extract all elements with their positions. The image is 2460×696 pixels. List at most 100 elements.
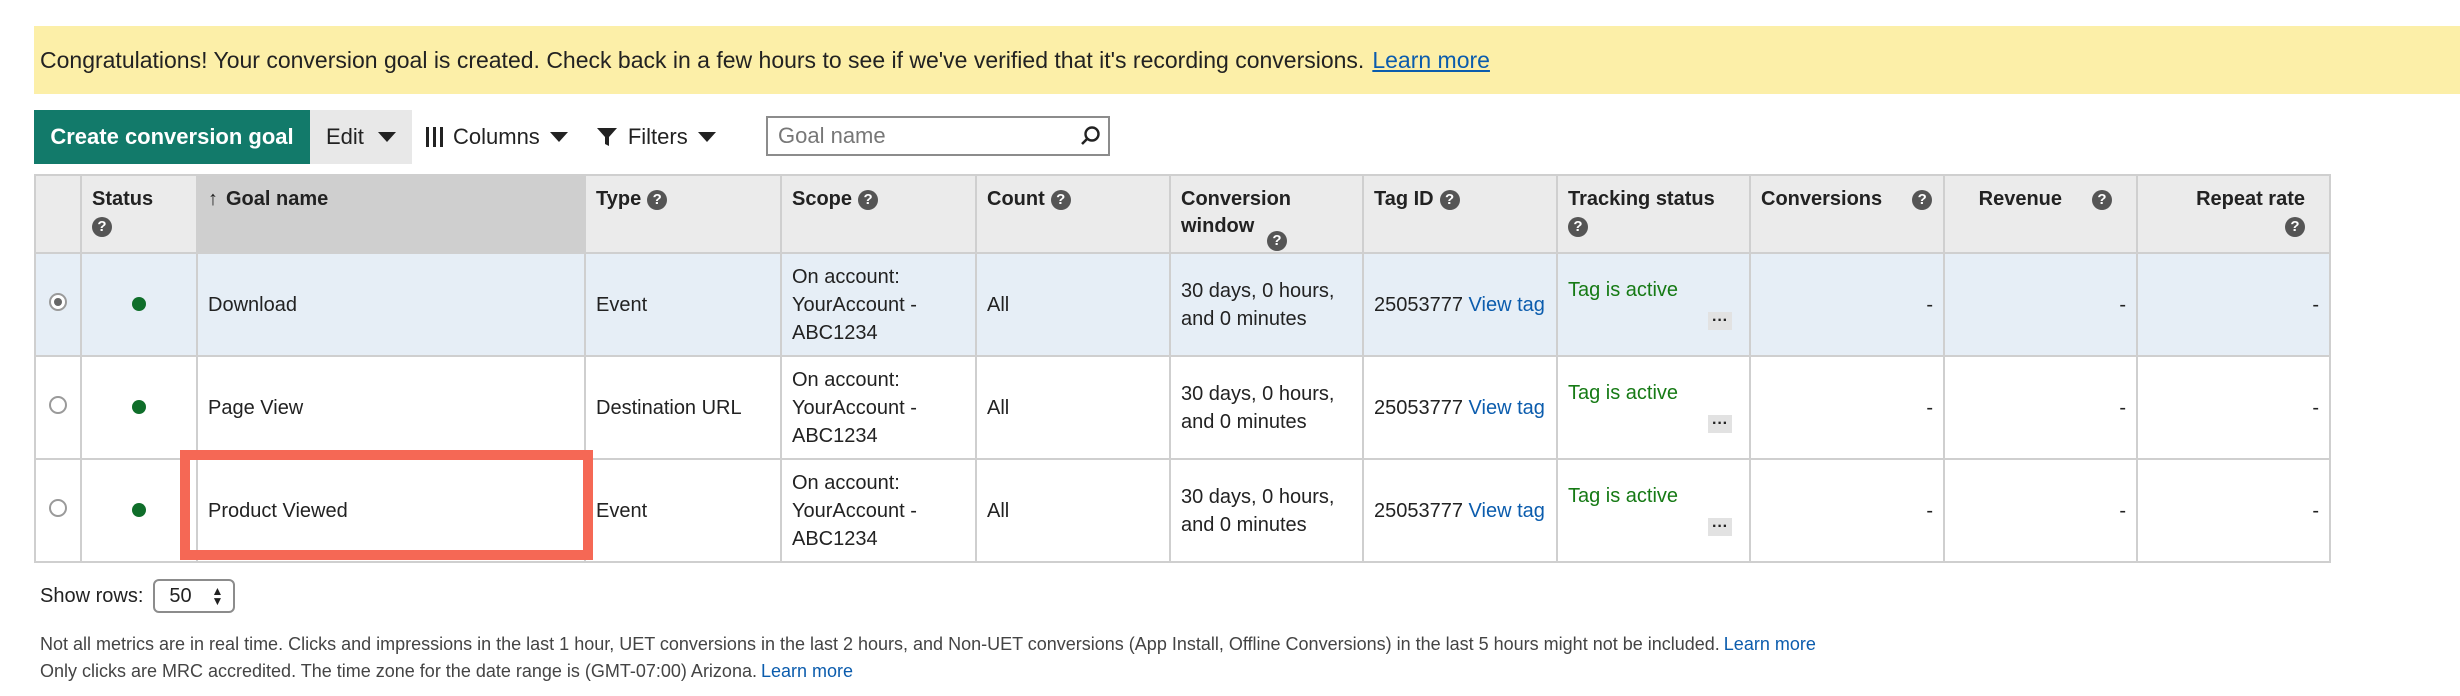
tracking-status-text: Tag is active xyxy=(1568,279,1679,301)
row-radio[interactable] xyxy=(49,395,67,414)
footer-learn-more-link[interactable]: Learn more xyxy=(761,661,853,681)
more-icon[interactable]: ··· xyxy=(1708,312,1732,330)
header-tracking-status[interactable]: Tracking status ? xyxy=(1556,174,1751,254)
scope-cell: On account: YourAccount - ABC1234 xyxy=(780,458,977,563)
toolbar: Create conversion goal Edit Columns Filt… xyxy=(34,110,726,164)
rows-per-page-value: 50 xyxy=(169,584,192,607)
more-icon[interactable]: ··· xyxy=(1708,518,1732,536)
repeat-rate-cell: - xyxy=(2136,252,2331,357)
help-icon[interactable]: ? xyxy=(858,189,879,210)
repeat-rate-cell: - xyxy=(2136,355,2331,460)
tag-id-cell: 25053777 View tag xyxy=(1362,458,1558,563)
columns-dropdown-button[interactable]: Columns xyxy=(416,110,578,164)
table-header-row: Status ? ↑ Goal name Type? Scope? Count? … xyxy=(34,174,2331,254)
row-select-cell[interactable] xyxy=(34,355,82,460)
help-icon[interactable]: ? xyxy=(1050,189,1071,210)
header-scope[interactable]: Scope? xyxy=(780,174,977,254)
header-repeat-rate[interactable]: Repeat rate? xyxy=(2136,174,2331,254)
status-dot-icon xyxy=(132,502,146,517)
sort-up-icon: ↑ xyxy=(208,188,218,210)
header-status[interactable]: Status ? xyxy=(80,174,198,254)
search-input[interactable] xyxy=(768,122,1070,150)
status-dot-icon xyxy=(132,399,146,414)
table-row[interactable]: Download Event On account: YourAccount -… xyxy=(34,252,2331,357)
header-goal-name[interactable]: ↑ Goal name xyxy=(196,174,586,254)
revenue-cell: - xyxy=(1943,458,2138,563)
count-cell: All xyxy=(975,252,1171,357)
filter-icon xyxy=(596,128,617,146)
header-tag-id[interactable]: Tag ID? xyxy=(1362,174,1558,254)
tracking-status-cell: Tag is active ··· xyxy=(1556,355,1751,460)
type-cell: Event xyxy=(584,252,782,357)
type-cell: Destination URL xyxy=(584,355,782,460)
footer-note-mrc: Only clicks are MRC accredited. The time… xyxy=(40,661,854,681)
help-icon[interactable]: ? xyxy=(2092,189,2112,210)
banner-learn-more-link[interactable]: Learn more xyxy=(1372,47,1490,74)
goal-name-cell[interactable]: Page View xyxy=(196,355,586,460)
scope-cell: On account: YourAccount - ABC1234 xyxy=(780,252,977,357)
goal-name-search xyxy=(766,116,1110,156)
header-type[interactable]: Type? xyxy=(584,174,782,254)
goal-name-cell[interactable]: Download xyxy=(196,252,586,357)
caret-down-icon xyxy=(549,132,568,142)
tag-id-cell: 25053777 View tag xyxy=(1362,355,1558,460)
view-tag-link[interactable]: View tag xyxy=(1469,397,1545,419)
conversion-goals-table: Status ? ↑ Goal name Type? Scope? Count? … xyxy=(34,174,2331,563)
scope-cell: On account: YourAccount - ABC1234 xyxy=(780,355,977,460)
footer-learn-more-link[interactable]: Learn more xyxy=(1724,634,1816,654)
tracking-status-cell: Tag is active ··· xyxy=(1556,458,1751,563)
status-cell xyxy=(80,252,198,357)
success-banner: Congratulations! Your conversion goal is… xyxy=(34,26,2460,94)
header-conversions[interactable]: Conversions? xyxy=(1749,174,1945,254)
view-tag-link[interactable]: View tag xyxy=(1469,500,1545,522)
table-row[interactable]: Page View Destination URL On account: Yo… xyxy=(34,355,2331,460)
search-icon[interactable] xyxy=(1080,125,1102,147)
help-icon[interactable]: ? xyxy=(1568,216,1588,237)
tracking-status-cell: Tag is active ··· xyxy=(1556,252,1751,357)
status-dot-icon xyxy=(132,296,146,311)
filters-dropdown-button[interactable]: Filters xyxy=(586,110,726,164)
row-select-cell[interactable] xyxy=(34,252,82,357)
tracking-status-text: Tag is active xyxy=(1568,382,1679,404)
caret-down-icon xyxy=(697,132,716,142)
help-icon[interactable]: ? xyxy=(92,216,112,237)
tag-id-cell: 25053777 View tag xyxy=(1362,252,1558,357)
help-icon[interactable]: ? xyxy=(647,189,668,210)
banner-message: Congratulations! Your conversion goal is… xyxy=(40,46,1365,73)
status-cell xyxy=(80,458,198,563)
rows-per-page-select[interactable]: 50 ▲ ▼ xyxy=(153,579,236,613)
columns-label: Columns xyxy=(453,124,540,149)
revenue-cell: - xyxy=(1943,355,2138,460)
table-row[interactable]: Product Viewed Event On account: YourAcc… xyxy=(34,458,2331,563)
window-cell: 30 days, 0 hours, and 0 minutes xyxy=(1169,355,1364,460)
create-conversion-goal-button[interactable]: Create conversion goal xyxy=(34,110,310,164)
row-radio[interactable] xyxy=(49,498,67,517)
conversions-cell: - xyxy=(1749,252,1945,357)
goal-name-cell[interactable]: Product Viewed xyxy=(196,458,586,563)
edit-dropdown-button[interactable]: Edit xyxy=(310,110,412,164)
count-cell: All xyxy=(975,355,1171,460)
header-revenue[interactable]: Revenue? xyxy=(1943,174,2138,254)
edit-label: Edit xyxy=(326,124,364,149)
columns-icon xyxy=(426,126,443,148)
help-icon[interactable]: ? xyxy=(1267,230,1287,251)
footer-note-realtime: Not all metrics are in real time. Clicks… xyxy=(40,634,1816,654)
header-select xyxy=(34,174,82,254)
view-tag-link[interactable]: View tag xyxy=(1469,294,1545,316)
filters-label: Filters xyxy=(627,124,688,149)
row-select-cell[interactable] xyxy=(34,458,82,563)
help-icon[interactable]: ? xyxy=(1439,189,1460,210)
header-conversion-window[interactable]: Conversion window? xyxy=(1169,174,1364,254)
help-icon[interactable]: ? xyxy=(2285,216,2305,237)
revenue-cell: - xyxy=(1943,252,2138,357)
row-radio[interactable] xyxy=(49,292,67,311)
show-rows-label: Show rows: xyxy=(40,584,144,607)
show-rows-control: Show rows: 50 ▲ ▼ xyxy=(40,579,236,613)
status-cell xyxy=(80,355,198,460)
conversions-cell: - xyxy=(1749,355,1945,460)
more-icon[interactable]: ··· xyxy=(1708,415,1732,433)
help-icon[interactable]: ? xyxy=(1912,189,1933,210)
conversions-cell: - xyxy=(1749,458,1945,563)
header-count[interactable]: Count? xyxy=(975,174,1171,254)
caret-down-icon xyxy=(377,132,396,142)
